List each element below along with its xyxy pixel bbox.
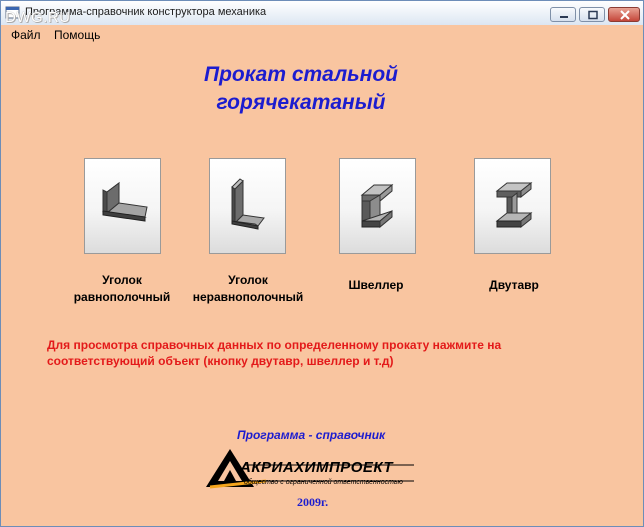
equal-angle-button[interactable]: [84, 158, 161, 254]
channel-button[interactable]: [339, 158, 416, 254]
menu-bar: Файл Помощь: [1, 25, 643, 45]
app-window: Программа-справочник конструктора механи…: [0, 0, 644, 527]
channel-icon: [360, 183, 394, 229]
maximize-button[interactable]: [579, 7, 605, 22]
menu-file[interactable]: Файл: [11, 28, 41, 42]
page-title-line2: горячекатаный: [216, 91, 386, 114]
minimize-icon: [560, 16, 568, 18]
minimize-button[interactable]: [550, 7, 576, 22]
watermark: DWG.RU: [5, 9, 71, 26]
company-logo-name: АКРИАХИМПРОЕКТ: [240, 459, 394, 476]
unequal-angle-label-line2: неравнополочный: [192, 290, 304, 304]
channel-label[interactable]: Швеллер: [331, 277, 421, 294]
footer-caption: Программа - справочник: [237, 428, 386, 442]
page-title-line1: Прокат стальной: [203, 63, 398, 86]
i-beam-button[interactable]: [474, 158, 551, 254]
i-beam-label-line1: Двутавр: [489, 278, 539, 292]
equal-angle-icon: [102, 181, 148, 222]
i-beam-icon: [495, 181, 533, 229]
channel-label-line1: Швеллер: [348, 278, 404, 292]
close-button[interactable]: [608, 7, 640, 22]
company-logo-subtitle: общество с ограниченной ответственностью: [244, 479, 403, 486]
title-bar[interactable]: Программа-справочник конструктора механи…: [1, 1, 643, 26]
company-logo: АКРИАХИМПРОЕКТ общество с ограниченной о…: [204, 445, 416, 491]
year-text: 2009г.: [297, 495, 329, 509]
maximize-icon: [588, 10, 598, 20]
equal-angle-label-line2: равнополочный: [73, 290, 171, 304]
close-icon: [620, 10, 630, 20]
unequal-angle-label-line1: Уголок: [228, 273, 268, 287]
page-title: Прокат стальной горячекатаный: [151, 61, 451, 117]
i-beam-label[interactable]: Двутавр: [469, 277, 559, 294]
instruction-text: Для просмотра справочных данных по опред…: [47, 338, 502, 368]
equal-angle-label-line1: Уголок: [102, 273, 142, 287]
menu-help[interactable]: Помощь: [54, 28, 100, 42]
unequal-angle-icon: [231, 178, 265, 230]
unequal-angle-label[interactable]: Уголок неравнополочный: [184, 272, 312, 306]
unequal-angle-button[interactable]: [209, 158, 286, 254]
equal-angle-label[interactable]: Уголок равнополочный: [61, 272, 183, 306]
